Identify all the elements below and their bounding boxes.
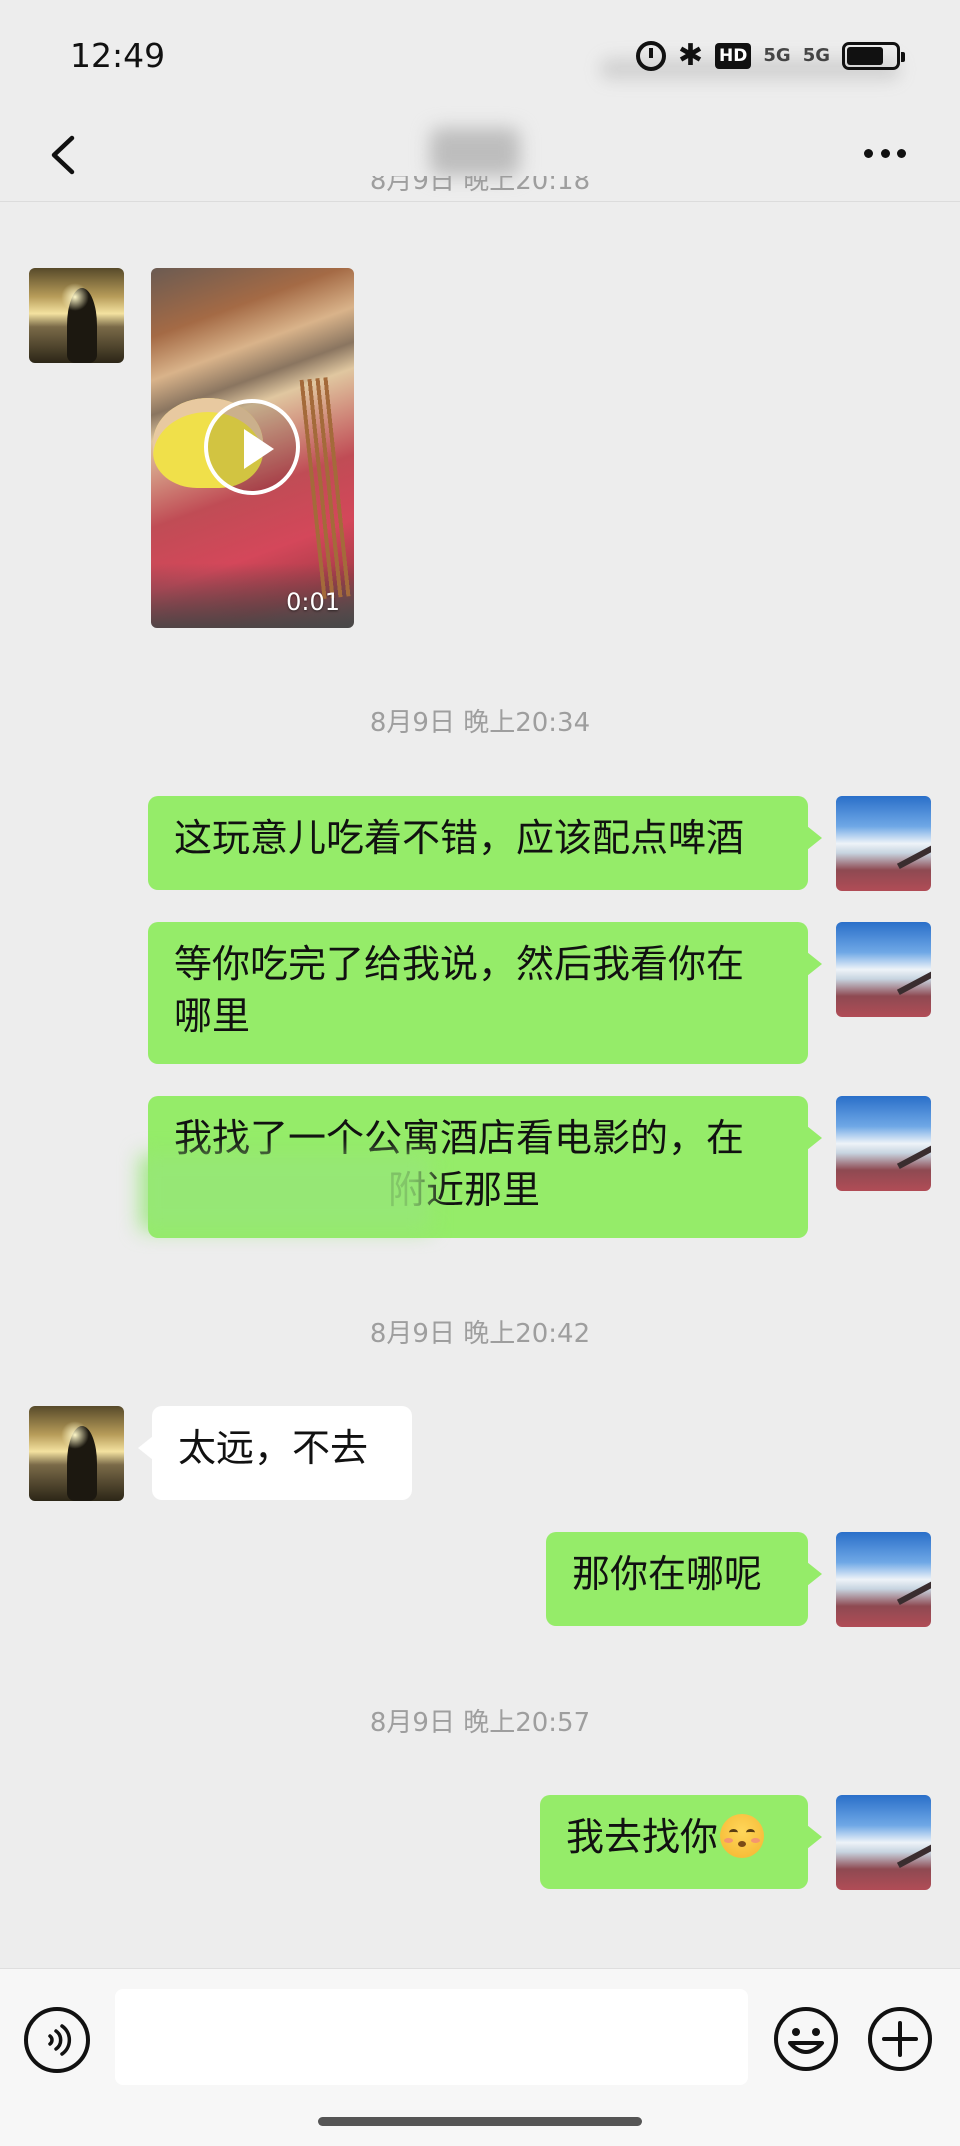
bluetooth-icon: ✱ <box>677 38 704 73</box>
battery-icon <box>842 41 905 70</box>
back-button[interactable] <box>30 120 100 190</box>
video-skewers <box>299 377 353 599</box>
chevron-left-icon <box>51 135 75 175</box>
emoji-button[interactable] <box>772 2005 840 2073</box>
timestamp: 8月9日 晚上20:34 <box>369 708 591 738</box>
friend-avatar[interactable] <box>29 268 124 363</box>
message-text-line: 等你吃完了给我说，然后我看你在 <box>174 942 745 986</box>
redacted-text <box>140 1155 430 1230</box>
timestamp: 8月9日 晚上20:42 <box>369 1319 591 1349</box>
more-dots-icon <box>864 148 873 158</box>
home-indicator[interactable] <box>318 2117 642 2126</box>
video-duration: 0:01 <box>286 588 340 616</box>
status-icons: ✱ HD 5G 5G <box>635 38 905 73</box>
voice-icon <box>48 2024 72 2056</box>
video-message[interactable]: 0:01 <box>151 268 354 628</box>
status-time: 12:49 <box>70 36 166 75</box>
message-bubble-sent[interactable]: 等你吃完了给我说，然后我看你在 哪里 <box>148 922 822 1064</box>
timestamp-partial: 8月9日 晚上20:18 <box>369 176 591 196</box>
voice-button[interactable] <box>24 2007 90 2073</box>
my-avatar[interactable] <box>836 796 931 891</box>
message-bubble-sent[interactable]: 那你在哪呢 <box>546 1532 822 1626</box>
more-button[interactable] <box>850 128 920 178</box>
alarm-icon <box>635 40 666 71</box>
my-avatar[interactable] <box>836 922 931 1017</box>
my-avatar[interactable] <box>836 1532 931 1627</box>
message-text: 那你在哪呢 <box>572 1552 763 1596</box>
message-bubble-received[interactable]: 太远，不去 <box>138 1406 412 1500</box>
friend-avatar[interactable] <box>29 1406 124 1501</box>
message-bubble-sent[interactable]: 我去找你 <box>540 1795 822 1889</box>
my-avatar[interactable] <box>836 1096 931 1191</box>
message-input[interactable] <box>115 1989 748 2085</box>
message-text-line: 哪里 <box>174 994 251 1038</box>
signal-icon: 5G <box>763 45 791 66</box>
my-avatar[interactable] <box>836 1795 931 1890</box>
message-text: 太远，不去 <box>178 1426 369 1470</box>
status-bar: 12:49 ✱ HD 5G 5G <box>0 0 960 110</box>
timestamp: 8月9日 晚上20:57 <box>369 1708 591 1738</box>
plus-button[interactable] <box>866 2005 934 2073</box>
chat-title-redacted <box>430 128 520 176</box>
plus-icon <box>868 2007 932 2071</box>
message-bubble-sent[interactable]: 这玩意儿吃着不错，应该配点啤酒 <box>148 796 822 890</box>
kissing-face-emoji-icon <box>720 1814 765 1858</box>
message-text: 我去找你 <box>566 1815 719 1859</box>
hd-icon: HD <box>715 42 752 69</box>
signal-icon-2: 5G <box>802 45 830 66</box>
emoji-icon <box>774 2007 838 2071</box>
message-text: 这玩意儿吃着不错，应该配点啤酒 <box>174 816 745 860</box>
play-icon[interactable] <box>204 399 300 495</box>
